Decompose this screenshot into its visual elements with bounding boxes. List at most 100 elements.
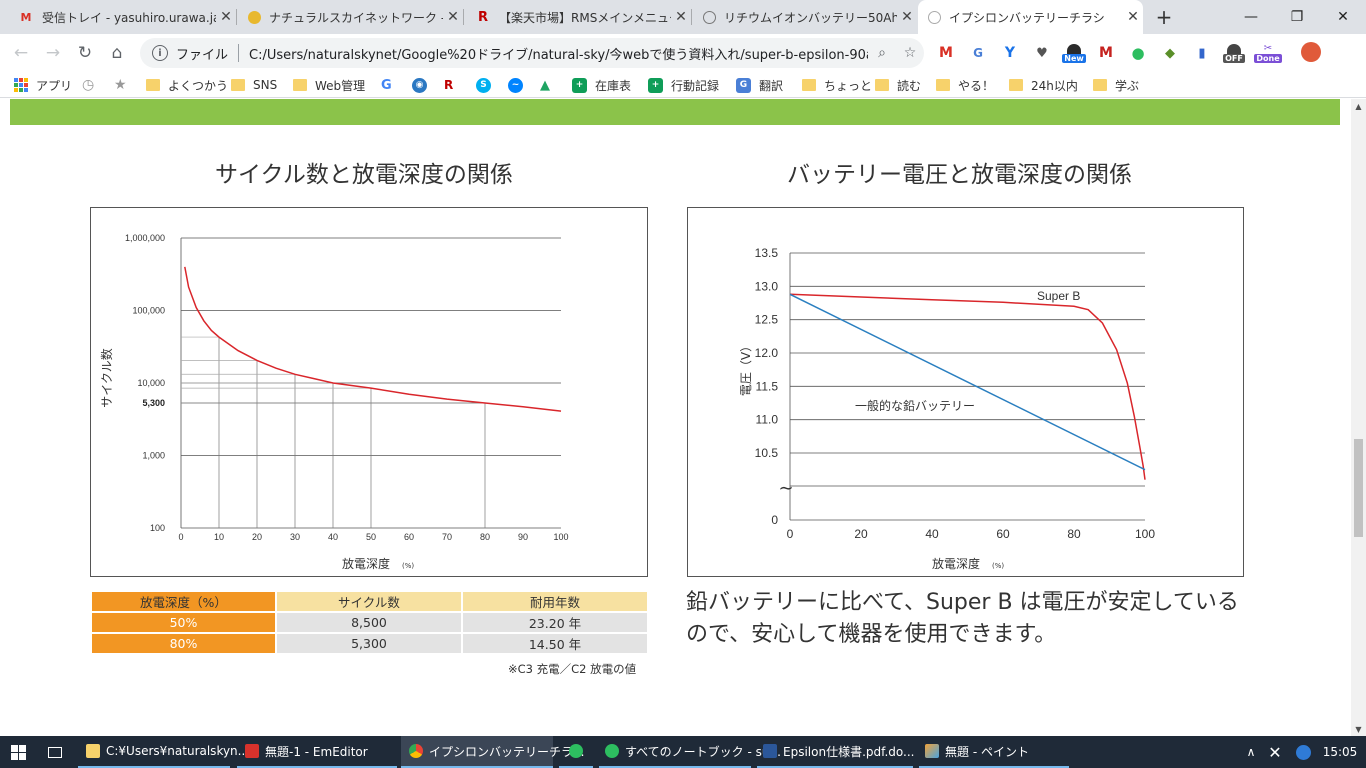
clip-ext-icon[interactable]: ◆ [1159,42,1181,64]
onedrive-icon[interactable] [1292,736,1314,768]
tab-lithium-battery[interactable]: リチウムイオンバッテリー50Ahソーラー ✕ [693,0,917,34]
table-cell: 5,300 [275,632,463,655]
page-content: サイクル数と放電深度の関係 バッテリー電圧と放電深度の関係 100 1,000 10… [0,99,1351,736]
translate-ext-icon[interactable]: G [967,42,989,64]
spec-table: 放電深度（%） サイクル数 耐用年数 50% 8,500 23.20 年 80%… [90,590,649,655]
bookmark-star-icon[interactable]: ☆ [896,45,924,61]
network-icon[interactable]: ✕ [1264,736,1286,768]
start-button[interactable] [0,736,36,768]
gmail-ext-icon[interactable]: M [935,42,957,64]
reload-button[interactable]: ↻ [72,40,98,66]
tab-epsilon-flyer[interactable]: イプシロンバッテリーチラシ ✕ [918,0,1143,34]
bookmark-zaiko[interactable]: + 在庫表 [572,76,631,94]
bookmark-folder-yokutsukau[interactable]: よくつかう [146,76,228,94]
bookmark-folder-yaru[interactable]: やる！ [936,76,994,94]
y-tick-label: 13.0 [755,279,779,293]
taskbar-item-paint[interactable]: 無題 - ペイント [919,736,1069,768]
scroll-thumb[interactable] [1354,439,1363,537]
check-ext-icon[interactable]: Y [999,42,1021,64]
close-icon[interactable]: ✕ [671,9,691,25]
evernote-ext-icon[interactable]: ● [1127,42,1149,64]
bookmark-koudou[interactable]: + 行動記録 [648,76,719,94]
google-icon: G [381,77,392,93]
bookmark-folder-manabu[interactable]: 学ぶ [1093,76,1139,94]
bookmark-folder-web-admin[interactable]: Web管理 [293,76,365,94]
history-icon[interactable]: ◷ [82,76,94,94]
bookmark-ext-icon[interactable]: ▮ [1191,42,1213,64]
tab-gmail[interactable]: M 受信トレイ - yasuhiro.urawa.japa ✕ [8,0,236,34]
bookmark-rakuten[interactable]: R [444,76,453,94]
bookmark-folder-yomu[interactable]: 読む [875,76,921,94]
scroll-up-icon[interactable]: ▲ [1351,99,1366,113]
x-axis-title: 放電深度 [342,556,390,571]
bookmark-folder-sns[interactable]: SNS [231,76,277,94]
table-row: 80% 5,300 14.50 年 [90,632,649,655]
profile-avatar-icon[interactable] [1301,42,1321,62]
scroll-down-icon[interactable]: ▼ [1351,722,1366,736]
taskbar-item-emeditor[interactable]: 無題-1 - EmEditor [237,736,397,768]
bookmark-drive[interactable]: ▲ [540,76,550,94]
sheet-icon: + [648,77,663,93]
bookmark-apps[interactable]: アプリ [14,76,72,94]
close-icon[interactable]: ✕ [443,9,463,25]
taskbar-item-chrome[interactable]: イプシロンバッテリーチラ... [401,736,584,768]
table-header-row: 放電深度（%） サイクル数 耐用年数 [90,590,649,613]
x-tick-label: 80 [1067,527,1081,541]
off-ext-icon[interactable]: OFF [1223,42,1245,64]
bookmark-site[interactable]: ◉ [412,76,427,94]
off-badge: OFF [1223,53,1245,63]
taskbar-item-word[interactable]: Epsilon仕様書.pdf.do... [757,736,914,768]
bookmark-folder-chotto[interactable]: ちょっと [802,76,872,94]
tab-rakuten-rms[interactable]: R 【楽天市場】RMSメインメニュー ✕ [465,0,691,34]
rakuten-icon: R [477,9,488,25]
url-text[interactable]: C:/Users/naturalskynet/Google%20ドライブ/nat… [249,44,868,63]
task-view-button[interactable] [38,736,72,768]
minimize-button[interactable]: — [1228,0,1274,34]
bookmark-skype[interactable]: S [476,76,491,94]
close-icon[interactable]: ✕ [897,9,917,25]
x-tick-label: 100 [1135,527,1155,541]
info-icon[interactable]: i [152,45,168,61]
bookmark-translate[interactable]: G 翻訳 [736,76,783,94]
restore-button[interactable]: ❐ [1274,0,1320,34]
bookmark-label: 在庫表 [595,78,632,93]
address-bar[interactable]: i ファイル C:/Users/naturalskynet/Google%20ド… [140,38,924,68]
close-window-button[interactable]: ✕ [1320,0,1366,34]
new-tab-button[interactable]: + [1152,5,1176,29]
evernote-icon [605,744,619,758]
new-ext-icon[interactable]: New [1062,42,1086,64]
system-clock[interactable]: 15:05 [1320,736,1360,768]
taskbar-item-evernote-notebooks[interactable]: すべてのノートブック - su... [599,736,781,768]
taskbar-label: 無題 - ペイント [945,744,1029,759]
zoom-icon[interactable]: ⌕ [868,45,896,61]
bookmark-folder-24h[interactable]: 24h以内 [1009,76,1078,94]
taskbar-item-explorer[interactable]: C:¥Users¥naturalskyn... [78,736,249,768]
folder-icon [1009,79,1023,91]
pocket-ext-icon[interactable]: ♥ [1031,42,1053,64]
bookmark-label: 24h以内 [1031,78,1078,93]
bookmark-google[interactable]: G [381,76,392,94]
site-icon: ◉ [412,77,427,93]
close-icon[interactable]: ✕ [1123,9,1143,25]
done-badge: Done [1254,54,1282,63]
close-icon[interactable]: ✕ [216,9,236,25]
bookmark-label: 行動記録 [671,78,720,93]
cycle-chart-title: サイクル数と放電深度の関係 [215,162,513,188]
windows-taskbar: C:¥Users¥naturalskyn... 無題-1 - EmEditor … [0,736,1366,768]
done-ext-icon[interactable]: ✂ Done [1254,42,1282,64]
back-button[interactable]: ← [8,40,34,66]
show-hidden-icons-button[interactable]: ∧ [1242,736,1260,768]
x-tick-label: 40 [925,527,939,541]
table-header: 耐用年数 [461,590,649,613]
bookmark-messenger[interactable]: ~ [508,76,523,94]
table-cell: 14.50 年 [461,632,649,655]
taskbar-item-evernote[interactable] [559,736,593,768]
star-icon[interactable]: ★ [114,76,127,94]
home-button[interactable]: ⌂ [104,40,130,66]
folder-icon [1093,79,1107,91]
globe-icon [703,10,716,24]
forward-button[interactable]: → [40,40,66,66]
mail-ext-icon[interactable]: M [1095,42,1117,64]
tab-ec-cube[interactable]: ナチュラルスカイネットワーク - EC-CU ✕ [238,0,463,34]
page-scrollbar[interactable]: ▲ ▼ [1351,99,1366,736]
